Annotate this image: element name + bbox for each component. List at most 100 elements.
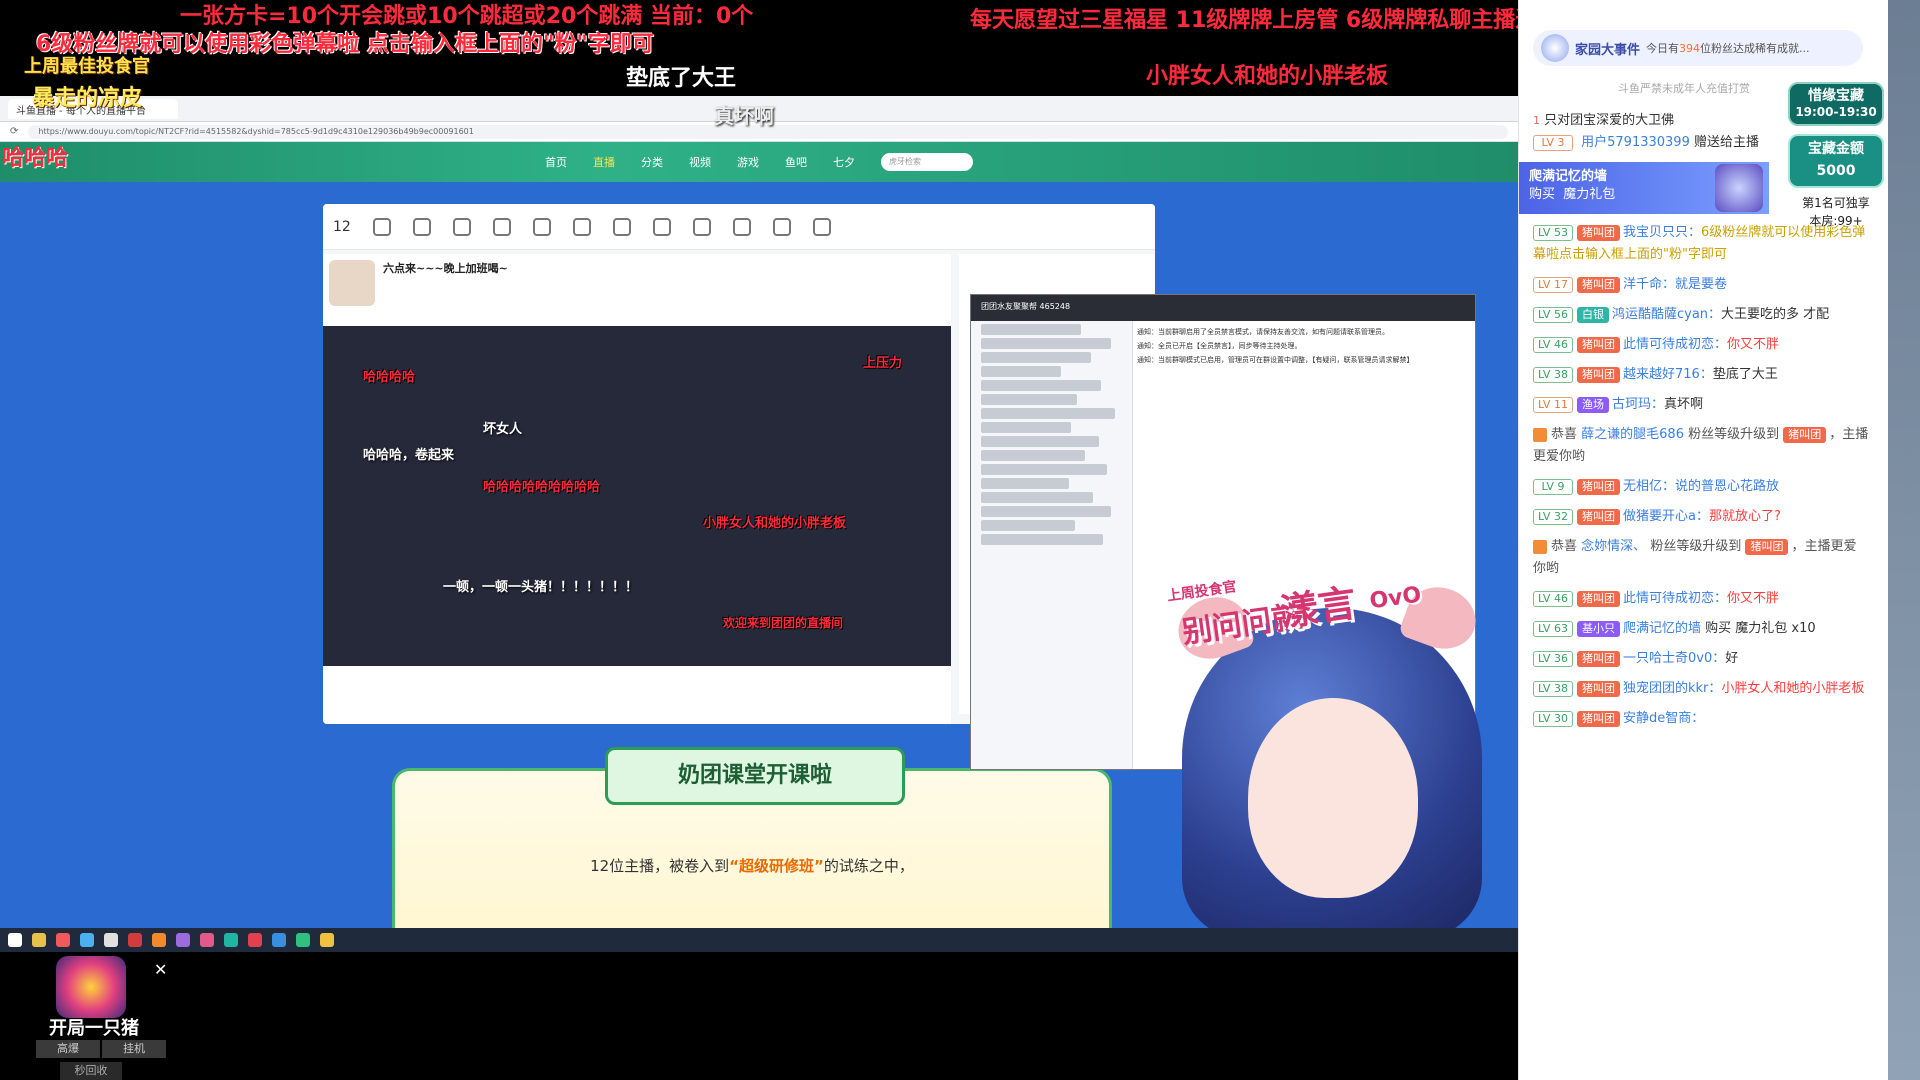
vtuber-avatar: 上周投食官 别问问就 漾言 OvO <box>1138 548 1518 954</box>
chat-message: LV 9 猪叫团 无相亿：说的普恩心花路放 <box>1533 476 1869 498</box>
nested-player: 哈哈哈哈 坏女人 哈哈哈，卷起来 哈哈哈哈哈哈哈哈哈 小胖女人和她的小胖老板 一… <box>323 326 951 666</box>
room-count: 12 <box>333 218 351 235</box>
toolbar-icon <box>372 217 391 236</box>
announcement-icon <box>1533 427 1547 442</box>
course-banner: 奶团课堂开课啦 12位主播，被卷入到“超级研修班”的试练之中， <box>392 747 1112 928</box>
toolbar-icon <box>812 217 831 236</box>
nav-item-fishbar: 鱼吧 <box>785 156 807 169</box>
site-search-input: 虎牙检索 <box>881 153 973 171</box>
gift-high-burst-button[interactable]: 高爆 <box>36 1040 100 1058</box>
windows-start-icon <box>8 933 22 947</box>
course-banner-title: 奶团课堂开课啦 <box>605 747 905 805</box>
course-banner-text: 12位主播，被卷入到“超级研修班”的试练之中， <box>590 857 914 875</box>
system-message: 恭喜 薛之谦的腿毛686 粉丝等级升级到 猪叫团 ，主播更爱你哟 <box>1533 426 1869 464</box>
player-danmu: 哈哈哈哈哈哈哈哈哈 <box>483 480 601 495</box>
gift-idle-button[interactable]: 挂机 <box>102 1040 166 1058</box>
app-icon <box>104 933 118 947</box>
player-danmu: 上压力 <box>863 356 903 371</box>
nav-item-game: 游戏 <box>737 156 759 169</box>
app-icon <box>320 933 334 947</box>
toolbar-icon <box>732 217 751 236</box>
close-icon[interactable]: ✕ <box>154 960 167 979</box>
treasure-title: 惜缘宝藏 19:00-19:30 <box>1788 82 1884 126</box>
family-event-banner[interactable]: 家园大事件 今日有394位粉丝达成稀有成就... <box>1533 30 1863 66</box>
player-danmu: 哈哈哈，卷起来 <box>363 448 455 463</box>
nav-item-qixi: 七夕 <box>833 156 855 169</box>
chat-message: LV 38 猪叫团 独宠团团的kkr：小胖女人和她的小胖老板 <box>1533 678 1869 700</box>
gift-icon <box>1715 164 1763 212</box>
player-gift-bar <box>323 666 951 724</box>
nav-item-category: 分类 <box>641 156 663 169</box>
best-officer-name: 暴走的凉皮 <box>32 86 143 111</box>
player-danmu: 小胖女人和她的小胖老板 <box>703 516 847 531</box>
chat-message: LV 17 猪叫团 洋千命：就是要卷 <box>1533 274 1869 296</box>
chat-message: LV 63 基小只 爬满记忆的墙 购买 魔力礼包 x10 <box>1533 618 1869 640</box>
toolbar-icon <box>572 217 591 236</box>
family-icon <box>1541 34 1569 62</box>
family-event-text: 今日有394位粉丝达成稀有成就... <box>1646 42 1810 55</box>
toolbar-icon <box>452 217 471 236</box>
player-danmu: 坏女人 <box>483 422 523 437</box>
player-danmu: 哈哈哈哈 <box>363 370 416 385</box>
system-message: 恭喜 念妳情深、 粉丝等级升级到 猪叫团 ，主播更爱你哟 <box>1533 538 1857 576</box>
toolbar-icon <box>692 217 711 236</box>
toolbar-icon <box>772 217 791 236</box>
toolbar-icon <box>412 217 431 236</box>
gift-icon <box>56 956 126 1018</box>
captured-taskbar <box>0 928 1518 952</box>
chat-message: LV 30 猪叫团 安静de智商： <box>1533 708 1869 730</box>
chat-message: LV 11 渔场 古珂玛：真坏啊 <box>1533 394 1869 416</box>
chat-message: LV 38 猪叫团 越来越好716：垫底了大王 <box>1533 364 1869 386</box>
app-icon <box>296 933 310 947</box>
toolbar-icon <box>492 217 511 236</box>
app-icon <box>200 933 214 947</box>
group-chat-title: 团团水友聚聚帮 465248 <box>971 295 1475 321</box>
room-title: 六点来~~~晚上加班喝~ <box>383 262 508 275</box>
gift-purchase-card: 爬满记忆的墙 购买 魔力礼包 <box>1519 162 1769 214</box>
app-icon <box>248 933 262 947</box>
treasure-amount: 宝藏金额 5000 <box>1788 134 1884 188</box>
app-icon <box>152 933 166 947</box>
app-icon <box>176 933 190 947</box>
chat-message: LV 46 猪叫团 此情可待成初恋：你又不胖 <box>1533 588 1869 610</box>
danmu-text: 每天愿望过三星福星 11级牌牌上房管 6级牌牌私聊主播进粉丝群 <box>970 8 1604 33</box>
gift-recycle-button[interactable]: 秒回收 <box>60 1062 122 1080</box>
player-danmu: 一顿，一顿一头猪！！！！！！！ <box>443 580 639 595</box>
toolbar-icon <box>652 217 671 236</box>
refresh-icon: ⟳ <box>10 126 19 137</box>
page-edge <box>1888 0 1920 1080</box>
app-icon <box>80 933 94 947</box>
folder-icon <box>32 933 46 947</box>
treasure-rank: 第1名可独享 本房:99+ <box>1802 196 1870 228</box>
family-event-title: 家园大事件 <box>1575 42 1641 58</box>
nav-item-live: 直播 <box>593 156 615 169</box>
nav-item-home: 首页 <box>545 156 567 169</box>
announcement-icon <box>1533 539 1547 554</box>
room-toolbar: 12 <box>323 204 1155 250</box>
app-icon <box>272 933 286 947</box>
vtuber-face <box>1248 698 1418 898</box>
group-chat-log: 通知：当前群聊启用了全员禁言模式，请保持友善交流，如有问题请联系管理员。 通知：… <box>1137 328 1414 364</box>
room-info: 六点来~~~晚上加班喝~ <box>323 254 951 326</box>
screen: 斗鱼直播 - 每个人的直播平台 ⟳ https://www.douyu.com/… <box>0 0 1920 1080</box>
treasure-widget[interactable]: 惜缘宝藏 19:00-19:30 宝藏金额 5000 第1名可独享 本房:99+ <box>1788 82 1884 262</box>
danmu-text: 哈哈哈 <box>2 146 69 171</box>
player-danmu: 欢迎来到团团的直播间 <box>723 616 844 630</box>
site-nav-bar: 首页 直播 分类 视频 游戏 鱼吧 七夕 虎牙检索 <box>0 142 1518 182</box>
toolbar-icon <box>532 217 551 236</box>
app-icon <box>224 933 238 947</box>
live-stream-player[interactable]: 斗鱼直播 - 每个人的直播平台 ⟳ https://www.douyu.com/… <box>0 0 1603 1080</box>
chat-message: LV 36 猪叫团 一只哈士奇0v0：好 <box>1533 648 1869 670</box>
danmu-text: 垫底了大王 <box>626 66 737 91</box>
chat-message: LV 56 白银 鸿运酷酷薩cyan：大王要吃的多 才配 <box>1533 304 1869 326</box>
gift-popup: ✕ 开局一只猪 高爆 挂机 秒回收 <box>14 956 174 1080</box>
best-officer-label: 上周最佳投食官 <box>24 56 150 77</box>
danmu-text: 小胖女人和她的小胖老板 <box>1146 64 1389 89</box>
gift-name: 开局一只猪 <box>49 1018 139 1039</box>
app-icon <box>128 933 142 947</box>
chat-message: LV 46 猪叫团 此情可待成初恋：你又不胖 <box>1533 334 1869 356</box>
nav-item-video: 视频 <box>689 156 711 169</box>
group-chat-tree <box>971 321 1133 769</box>
toolbar-icon <box>612 217 631 236</box>
app-icon <box>56 933 70 947</box>
